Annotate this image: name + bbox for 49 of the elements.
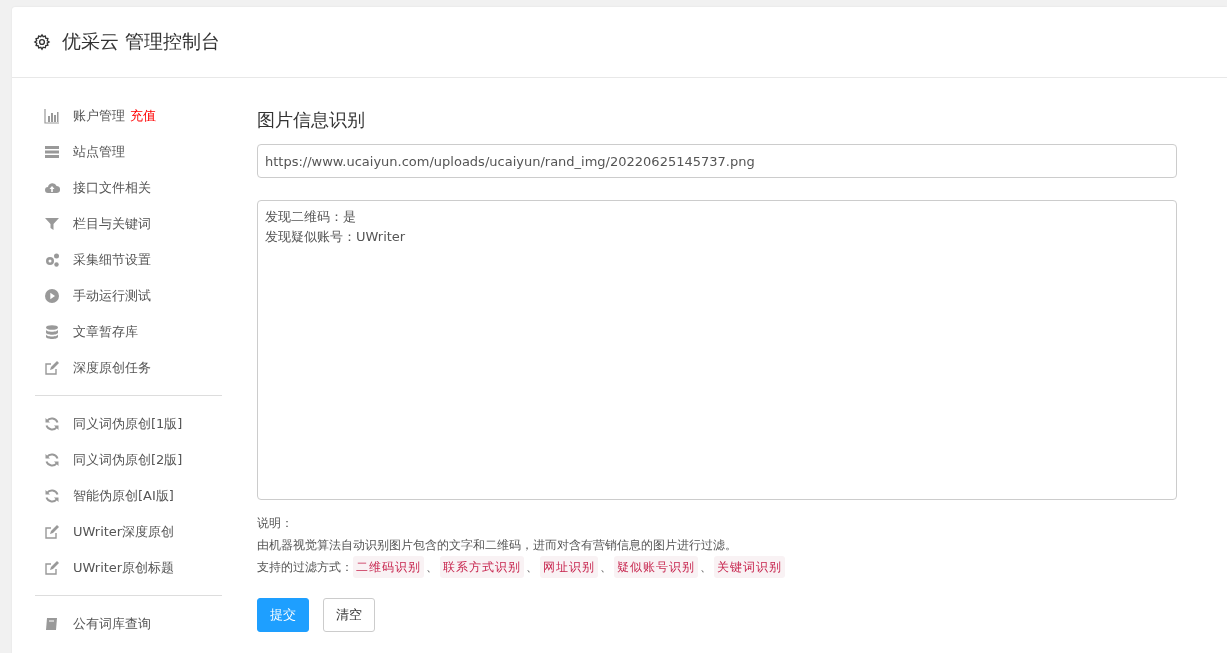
sidebar-item[interactable]: UWriter原创标题 — [35, 550, 222, 586]
edit-icon — [44, 360, 60, 376]
separator: 、 — [426, 559, 438, 576]
gears-icon — [44, 252, 60, 268]
notes-description: 由机器视觉算法自动识别图片包含的文字和二维码，进而对含有营销信息的图片进行过滤。 — [257, 537, 738, 554]
sidebar-item[interactable]: 采集细节设置 — [35, 242, 222, 278]
console-title: 优采云 管理控制台 — [62, 29, 221, 54]
sidebar-item[interactable]: UWriter深度原创 — [35, 514, 222, 550]
sidebar-item[interactable]: 同义词伪原创[2版] — [35, 442, 222, 478]
sidebar-item[interactable]: 深度原创任务 — [35, 350, 222, 386]
sidebar-item[interactable]: 智能伪原创[AI版] — [35, 478, 222, 514]
edit-icon — [44, 560, 60, 576]
book-icon — [44, 616, 60, 632]
settings-icon — [33, 33, 51, 51]
filter-method-tag: 疑似账号识别 — [614, 556, 698, 578]
separator: 、 — [700, 559, 712, 576]
filter-method-tag: 二维码识别 — [353, 556, 424, 578]
filter-icon — [44, 216, 60, 232]
sidebar-item[interactable]: 文章暂存库 — [35, 314, 222, 350]
sidebar-item[interactable]: 栏目与关键词 — [35, 206, 222, 242]
sidebar-item[interactable]: 账户管理 充值 — [35, 98, 222, 134]
separator: 、 — [526, 559, 538, 576]
separator: 、 — [600, 559, 612, 576]
recharge-link[interactable]: 充值 — [130, 107, 156, 125]
database-icon — [44, 324, 60, 340]
filter-method-tag: 联系方式识别 — [440, 556, 524, 578]
notes-heading: 说明： — [257, 515, 294, 532]
sidebar-item[interactable]: 手动运行测试 — [35, 278, 222, 314]
refresh-icon — [44, 452, 60, 468]
refresh-icon — [44, 488, 60, 504]
filter-method-tag: 网址识别 — [540, 556, 598, 578]
result-line: 发现二维码：是 — [265, 209, 356, 224]
result-textarea[interactable]: 发现二维码：是 发现疑似账号：UWriter — [257, 200, 1177, 500]
cloud-upload-icon — [44, 180, 60, 196]
sidebar-item[interactable]: 同义词伪原创[1版] — [35, 406, 222, 442]
refresh-icon — [44, 416, 60, 432]
url-input[interactable]: https://www.ucaiyun.com/uploads/ucaiyun/rand_img/20220625145737.png — [257, 144, 1177, 178]
play-icon — [44, 288, 60, 304]
methods-label: 支持的过滤方式： — [257, 559, 353, 576]
result-line: 发现疑似账号：UWriter — [265, 229, 406, 244]
server-icon — [44, 144, 60, 160]
filter-method-tag: 关键词识别 — [714, 556, 785, 578]
sidebar-item[interactable]: 公有词库查询 — [35, 606, 222, 642]
bar-chart-icon — [44, 108, 60, 124]
sidebar-item[interactable]: 站点管理 — [35, 134, 222, 170]
edit-icon — [44, 524, 60, 540]
section-title: 图片信息识别 — [257, 108, 366, 132]
sidebar-item[interactable]: 接口文件相关 — [35, 170, 222, 206]
clear-button[interactable]: 清空 — [323, 598, 375, 632]
